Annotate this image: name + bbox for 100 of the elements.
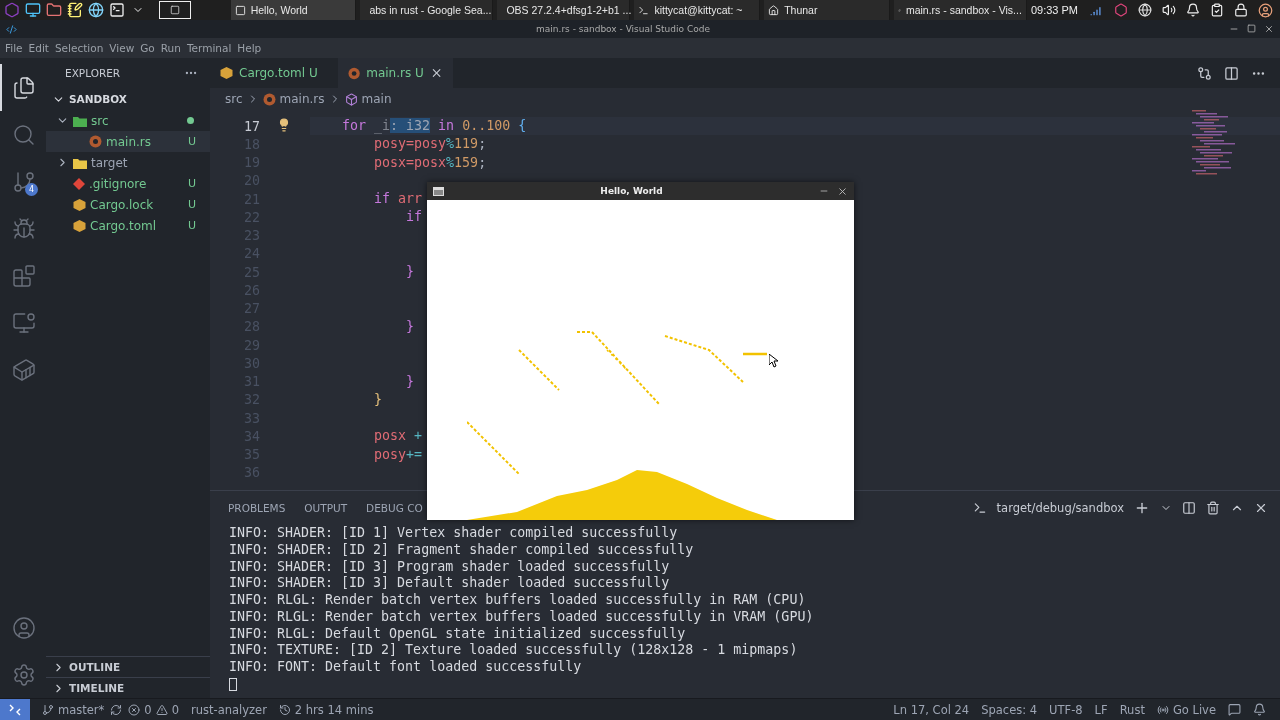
terminal-line: INFO: RLGL: Render batch vertex buffers loaded successfully in RAM (CPU) [229,592,806,609]
lock-icon[interactable] [1234,3,1248,17]
user-icon[interactable] [1257,2,1273,18]
branch-icon [42,703,54,716]
error-icon [128,703,141,716]
task-button[interactable]: OBS 27.2.4+dfsg1-2+b1 ... [497,0,631,20]
folder-header[interactable]: SANDBOX [46,88,210,110]
package-icon [73,219,86,232]
split-editor-icon[interactable] [1224,65,1239,81]
file-name: target [91,155,128,170]
task-button[interactable]: kittycat@kittycat: ~ [634,0,761,20]
hexagon-icon[interactable] [1114,3,1128,17]
terminal-name[interactable]: target/debug/sandbox [996,501,1124,515]
section-title: OUTLINE [69,661,121,673]
breadcrumb[interactable]: main.rs [279,92,325,106]
code-line: posy=posy%119; [373,135,487,154]
git-status: U [187,135,196,148]
menu-item[interactable]: View [106,38,138,58]
git-status: U [187,198,196,211]
close-icon[interactable] [1254,501,1268,515]
code-line: } [373,390,383,409]
problems-item[interactable]: 0 0 [122,702,185,717]
window-title: main.rs - sandbox - Visual Studio Code [535,24,711,34]
mouse-pointer-icon [769,354,779,368]
bell-icon[interactable] [1186,3,1200,17]
notepad-icon[interactable] [67,2,84,18]
terminal-line: INFO: SHADER: [ID 3] Default shader loaded successfully [229,575,670,592]
code-line: } [405,372,415,391]
diamond-icon [73,177,85,190]
panel-tab[interactable]: PROBLEMS [228,501,286,515]
app-icon [6,23,17,35]
clipboard-icon[interactable] [1210,3,1224,17]
task-button[interactable]: main.rs - sandbox - Vis... [893,0,1027,20]
cursor-position[interactable]: Ln 17, Col 24 [887,702,976,717]
encoding-item[interactable]: UTF-8 [1043,702,1089,717]
terminal-icon[interactable] [109,2,126,18]
task-button[interactable]: Hello, World [230,0,357,20]
split-terminal-icon[interactable] [1182,501,1196,515]
add-icon[interactable] [1134,500,1150,516]
line-ending-item[interactable]: LF [1088,702,1114,717]
remote-button[interactable] [0,698,30,720]
folder-icon[interactable] [46,2,63,18]
session-time-item[interactable]: 2 hrs 14 mins [272,702,380,717]
file-row[interactable]: target [46,152,210,173]
indentation-item[interactable]: Spaces: 4 [975,702,1044,717]
file-row[interactable]: main.rs U [46,131,210,152]
task-button[interactable]: Thunar [764,0,890,20]
file-name: Cargo.lock [90,197,154,212]
globe-icon[interactable] [88,2,105,18]
editor-tab[interactable]: main.rs U [338,58,453,88]
bell-icon[interactable] [1253,703,1266,716]
activity-button[interactable]: 4 [0,158,46,205]
language-server-item[interactable]: rust-analyzer [184,702,273,717]
panel-tab[interactable]: OUTPUT [304,501,348,515]
settings-icon[interactable] [12,662,36,687]
breadcrumb[interactable]: src [225,92,243,106]
menu-item[interactable]: Go [137,38,158,58]
show-desktop-button[interactable] [158,1,191,19]
home-icon [768,4,780,16]
monitor-icon [12,310,36,335]
lightbulb-icon[interactable] [277,118,291,132]
compare-icon[interactable] [1197,65,1212,81]
menu-item[interactable]: Help [234,38,265,58]
code-line: posx=posx%159; [373,153,487,172]
close-icon[interactable] [837,185,848,197]
menu-item[interactable]: File [2,38,26,58]
code-line: } [405,317,415,336]
file-row[interactable]: .gitignore U [46,173,210,194]
clock: 09:33 PM [1030,4,1078,16]
trash-icon[interactable] [1206,501,1220,515]
monitor-icon[interactable] [25,2,42,18]
extensions-icon [12,263,36,288]
task-button[interactable]: abs in rust - Google Sea... [360,0,494,20]
panel-tab[interactable]: DEBUG CO [366,501,423,515]
file-row[interactable]: src [46,110,210,131]
branch-item[interactable]: master* [36,702,111,717]
breadcrumb[interactable]: main [361,92,392,106]
sync-icon[interactable] [110,703,123,716]
menu-item[interactable]: Edit [25,38,52,58]
cube-icon [344,92,358,106]
bug-icon [12,216,36,241]
language-item[interactable]: Rust [1113,702,1151,717]
menu-item[interactable]: Terminal [183,38,235,58]
globe-icon[interactable] [1138,3,1152,17]
section-title: TIMELINE [69,682,125,694]
terminal-icon [638,4,650,16]
menu-item[interactable]: Run [157,38,184,58]
close-icon[interactable] [1264,24,1274,34]
terminal-line: INFO: SHADER: [ID 2] Fragment shader compiled successfully [229,541,694,559]
file-row[interactable]: Cargo.lock U [46,194,210,215]
file-row[interactable]: Cargo.toml U [46,215,210,236]
volume-icon[interactable] [1162,3,1176,17]
account-icon[interactable] [12,615,36,640]
live-server-item[interactable]: Go Live [1150,702,1222,717]
search-icon [12,122,36,147]
maximize-icon[interactable] [1247,24,1256,33]
feedback-icon[interactable] [1228,703,1241,716]
menu-item[interactable]: Selection [51,38,107,58]
remote-icon [9,703,21,716]
container-icon [12,357,36,382]
